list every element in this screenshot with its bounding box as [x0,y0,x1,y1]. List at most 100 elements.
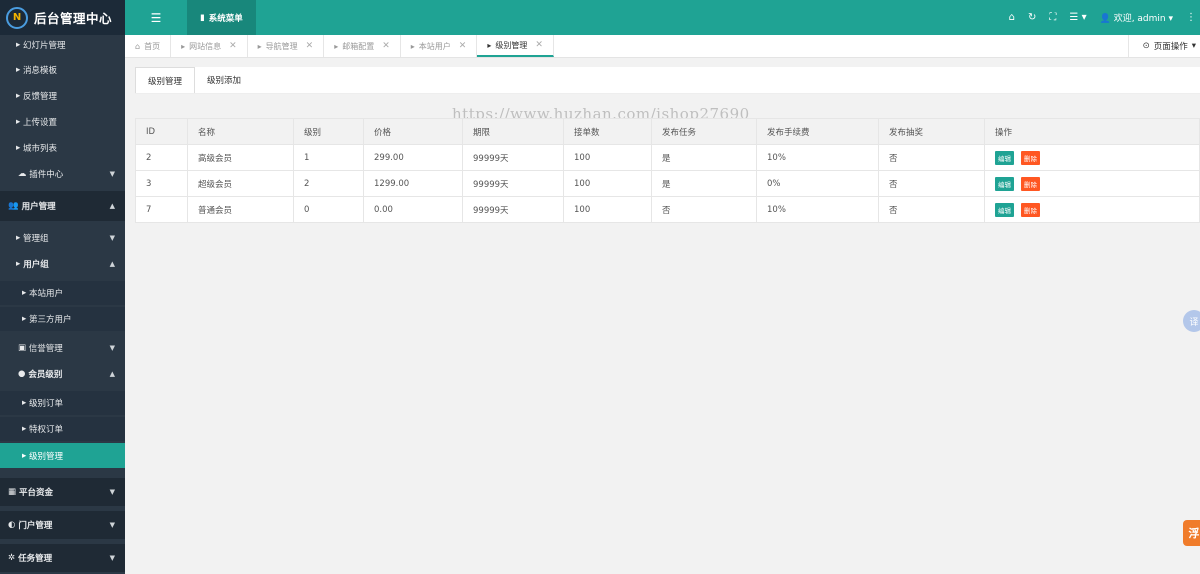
close-icon[interactable]: ✕ [306,41,314,51]
sidebar-item-icon: ▸ [16,91,21,101]
sidebar-item-slides[interactable]: ▸ 幻灯片管理 [0,35,125,54]
caret-down-icon: ▾ [1191,41,1196,51]
levels-table: ID 名称 级别 价格 期限 接单数 发布任务 发布手续费 发布抽奖 操作 2 … [135,118,1200,223]
delete-button[interactable]: 删除 [1021,176,1040,191]
sidebar-item-icon: ▸ [16,117,21,127]
subtab-level-management[interactable]: 级别管理 [135,67,196,93]
tab-icon: ▸ [410,41,415,51]
caret-down-icon: ▼ [109,344,115,352]
sidebar-item-user-groups[interactable]: ▸ 用户组 ▲ [0,253,125,275]
edit-button[interactable]: 编辑 [995,150,1014,165]
sidebar-item-icon: ▸ [22,288,27,298]
caret-up-icon: ▲ [109,370,115,378]
table-row: 3 超级会员 2 1299.00 99999天 100 是 0% 否 编辑 删除 [135,170,1200,197]
sidebar-item-member-levels[interactable]: ● 会员级别 ▲ [0,363,125,385]
users-icon: 👥 [8,201,19,211]
logo-icon: N [6,6,28,29]
user-menu[interactable]: 👤 欢迎, admin ▾ [1100,11,1173,24]
edit-button[interactable]: 编辑 [995,176,1014,191]
tab-email-config[interactable]: ▸ 邮箱配置 ✕ [324,35,401,57]
cell-order-count: 100 [563,144,652,171]
table-row: 7 普通会员 0 0.00 99999天 100 否 10% 否 编辑 删除 [135,196,1200,223]
sidebar-item-label: 门户管理 [18,521,53,531]
cell-id: 3 [135,170,188,197]
cell-publish-fee: 0% [756,170,879,197]
sidebar-item-plugins[interactable]: ☁ 插件中心 ▼ [0,162,125,186]
system-menu-label: 系统菜单 [208,13,243,24]
tasks-icon: ✲ [8,553,16,563]
sidebar-item-label: 消息模板 [22,66,57,76]
cell-id: 2 [135,144,188,171]
sub-tabs: 级别管理 级别添加 [135,67,1200,94]
sidebar-item-privilege-orders[interactable]: ▸ 特权订单 [0,417,125,441]
translate-float-button[interactable]: 译 [1183,310,1200,332]
cell-id: 7 [135,196,188,223]
cell-name: 高级会员 [187,144,294,171]
cell-publish-fee: 10% [756,196,879,223]
sidebar-item-label: 平台资金 [19,488,54,498]
close-icon[interactable]: ✕ [535,40,543,50]
cell-actions: 编辑 删除 [984,144,1200,171]
tab-site-users[interactable]: ▸ 本站用户 ✕ [401,35,478,57]
system-menu-button[interactable]: ▮ 系统菜单 [187,0,256,35]
close-icon[interactable]: ✕ [459,41,467,51]
close-icon[interactable]: ✕ [382,41,390,51]
sidebar-item-third-party-users[interactable]: ▸ 第三方用户 [0,307,125,331]
edit-button[interactable]: 编辑 [995,202,1014,217]
sidebar-item-portal[interactable]: ◐ 门户管理 ▼ [0,511,125,539]
logo[interactable]: N 后台管理中心 [0,0,125,35]
sidebar-item-city-list[interactable]: ▸ 城市列表 [0,137,125,159]
page-operations-label: 页面操作 [1153,42,1188,52]
sidebar-item-label: 信誉管理 [28,344,63,354]
column-header: 发布任务 [651,118,757,145]
main-content: 级别管理 级别添加 https://www.huzhan.com/ishop27… [125,58,1200,574]
sidebar-item-admin-groups[interactable]: ▸ 管理组 ▼ [0,227,125,249]
tab-level-management[interactable]: ▸ 级别管理 ✕ [477,35,554,57]
cell-term: 99999天 [462,196,564,223]
page-operations-button[interactable]: ⊙ 页面操作 ▾ [1127,35,1200,57]
sidebar-item-label: 管理组 [22,234,49,244]
delete-button[interactable]: 删除 [1021,150,1040,165]
cell-publish-fee: 10% [756,144,879,171]
cell-publish-task: 否 [651,196,757,223]
sidebar-item-tasks[interactable]: ✲ 任务管理 ▼ [0,544,125,572]
more-icon[interactable]: ⋮ [1186,12,1196,23]
column-header: 期限 [462,118,564,145]
sidebar-item-label: 用户管理 [21,202,56,212]
cell-name: 普通会员 [187,196,294,223]
tab-site-info[interactable]: ▸ 网站信息 ✕ [171,35,248,57]
page-tabs: ⌂ 首页 ▸ 网站信息 ✕ ▸ 导航管理 ✕ ▸ 邮箱配置 ✕ ▸ 本站用户 ✕… [125,35,1200,58]
refresh-icon[interactable]: ↻ [1028,12,1036,23]
float-widget-button[interactable]: 浮 [1183,520,1200,546]
sidebar-item-label: 会员级别 [28,370,63,380]
tab-navigation[interactable]: ▸ 导航管理 ✕ [248,35,325,57]
sidebar-item-reputation[interactable]: ▣ 信誉管理 ▼ [0,337,125,359]
close-icon[interactable]: ✕ [229,41,237,51]
menu-toggle-button[interactable]: ☰ [125,0,187,35]
sidebar-item-label: 上传设置 [22,118,57,128]
tab-label: 本站用户 [418,41,451,51]
cell-price: 1299.00 [363,170,463,197]
sidebar-item-label: 插件中心 [29,170,64,180]
home-icon[interactable]: ⌂ [1009,12,1015,23]
cell-term: 99999天 [462,144,564,171]
sidebar-item-message-templates[interactable]: ▸ 消息模板 [0,59,125,81]
sidebar-item-level-orders[interactable]: ▸ 级别订单 [0,391,125,415]
tab-icon: ▸ [334,41,339,51]
sidebar-item-icon: ▸ [16,39,21,50]
sidebar-item-label: 城市列表 [22,144,57,154]
sidebar-item-user-management[interactable]: 👥 用户管理 ▲ [0,191,125,221]
subtab-level-add[interactable]: 级别添加 [195,67,253,93]
fullscreen-icon[interactable]: ⛶ [1049,12,1056,23]
sidebar-item-icon: ▸ [22,450,27,461]
list-icon[interactable]: ☰ ▾ [1069,12,1086,23]
logo-text: 后台管理中心 [34,11,113,26]
sidebar-item-feedback[interactable]: ▸ 反馈管理 [0,85,125,107]
delete-button[interactable]: 删除 [1021,202,1040,217]
sidebar-item-site-users[interactable]: ▸ 本站用户 [0,281,125,305]
app: N 后台管理中心 ☰ ▮ 系统菜单 ⌂ ↻ ⛶ ☰ ▾ 👤 欢迎, admin … [0,0,1200,574]
sidebar-item-upload-settings[interactable]: ▸ 上传设置 [0,111,125,133]
sidebar-item-level-management[interactable]: ▸ 级别管理 [0,443,125,468]
sidebar-item-platform-funds[interactable]: ▦ 平台资金 ▼ [0,478,125,506]
tab-home[interactable]: ⌂ 首页 [125,35,172,57]
